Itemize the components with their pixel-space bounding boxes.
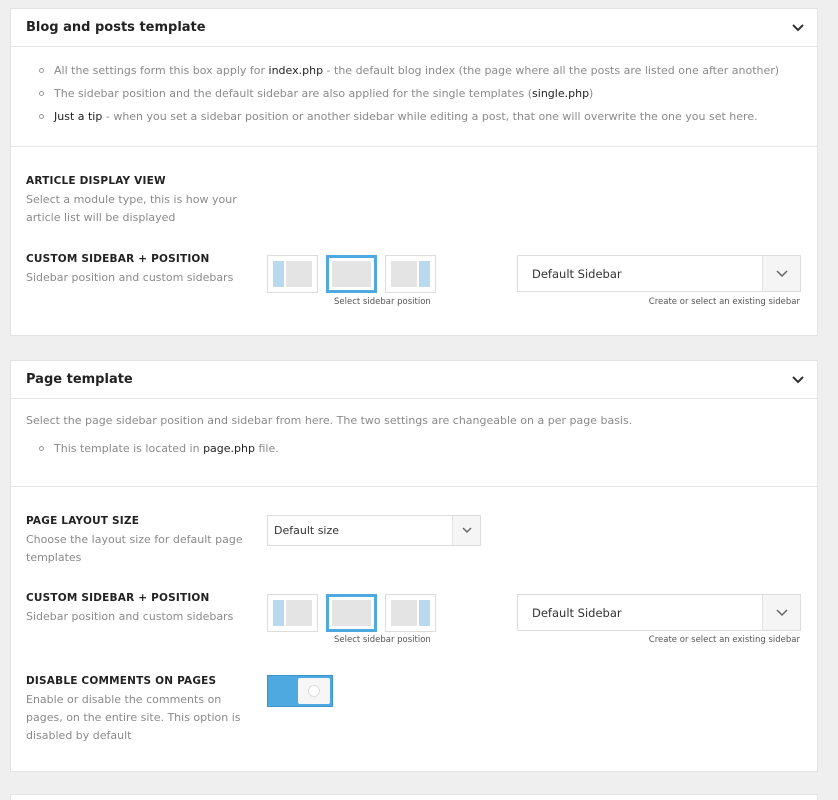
sidebar-right-option[interactable] [385, 594, 436, 632]
content-block [391, 261, 417, 287]
setting-label: ARTICLE DISPLAY VIEW [26, 175, 166, 187]
setting-label: CUSTOM SIDEBAR + POSITION [26, 592, 210, 604]
article-display-row: ARTICLE DISPLAY VIEW Select a module typ… [26, 175, 246, 227]
content-block [391, 600, 417, 626]
panel-title: Blog and posts template [26, 20, 206, 35]
chevron-down-icon[interactable] [762, 595, 800, 630]
no-sidebar-option[interactable] [326, 594, 377, 632]
chevron-down-icon[interactable] [791, 373, 805, 387]
setting-description: Enable or disable the comments on pages,… [26, 693, 241, 742]
sidebar-select-value: Default Sidebar [532, 266, 622, 281]
layout-size-select[interactable]: Default size [267, 515, 481, 546]
position-caption: Select sidebar position [334, 635, 431, 645]
blog-panel-header[interactable]: Blog and posts template [11, 9, 817, 47]
page-template-panel: Page template Select the page sidebar po… [10, 360, 818, 772]
sidebar-select-caption: Create or select an existing sidebar [648, 635, 800, 645]
info-bullet: This template is located in page.php fil… [39, 437, 802, 460]
chevron-down-icon[interactable] [791, 21, 805, 35]
content-block [286, 261, 312, 287]
setting-label: CUSTOM SIDEBAR + POSITION [26, 253, 210, 265]
sidebar-left-option[interactable] [267, 594, 318, 632]
setting-description: Sidebar position and custom sidebars [26, 610, 234, 623]
chevron-down-icon[interactable] [452, 516, 480, 545]
sidebar-row: CUSTOM SIDEBAR + POSITION Sidebar positi… [26, 592, 246, 626]
sidebar-block [419, 261, 430, 287]
content-block [332, 600, 371, 626]
toggle-dot-icon [308, 685, 320, 697]
content-block [286, 600, 312, 626]
info-bullet: Just a tip - when you set a sidebar posi… [39, 105, 802, 128]
setting-label: PAGE LAYOUT SIZE [26, 515, 140, 527]
layout-size-row: PAGE LAYOUT SIZE Choose the layout size … [26, 515, 246, 567]
sidebar-left-option[interactable] [267, 255, 318, 293]
panel-title: Page template [26, 372, 133, 387]
setting-label: DISABLE COMMENTS ON PAGES [26, 675, 217, 687]
disable-comments-toggle[interactable] [267, 675, 333, 707]
sidebar-select[interactable]: Default Sidebar [517, 594, 801, 631]
sidebar-block [273, 600, 284, 626]
blog-info-section: All the settings form this box apply for… [11, 47, 817, 147]
page-info-section: Select the page sidebar position and sid… [11, 399, 817, 487]
position-caption: Select sidebar position [334, 297, 431, 307]
sidebar-select[interactable]: Default Sidebar [517, 255, 801, 292]
chevron-down-icon[interactable] [762, 256, 800, 291]
sidebar-right-option[interactable] [385, 255, 436, 293]
page-panel-header[interactable]: Page template [11, 361, 817, 399]
setting-description: Choose the layout size for default page … [26, 533, 243, 564]
info-bullet: All the settings form this box apply for… [39, 59, 802, 82]
setting-description: Select a module type, this is how your a… [26, 193, 237, 224]
sidebar-select-value: Default Sidebar [532, 605, 622, 620]
toggle-knob [298, 678, 330, 704]
blog-template-panel: Blog and posts template All the settings… [10, 8, 818, 336]
sidebar-position-options [267, 594, 436, 632]
no-sidebar-option[interactable] [326, 255, 377, 293]
content-block [332, 261, 371, 287]
setting-description: Sidebar position and custom sidebars [26, 271, 234, 284]
sidebar-row: CUSTOM SIDEBAR + POSITION Sidebar positi… [26, 253, 246, 287]
layout-size-value: Default size [274, 524, 340, 537]
sidebar-block [273, 261, 284, 287]
page-intro-text: Select the page sidebar position and sid… [26, 414, 633, 427]
sidebar-position-options [267, 255, 436, 293]
comments-row: DISABLE COMMENTS ON PAGES Enable or disa… [26, 675, 246, 745]
sidebar-block [419, 600, 430, 626]
info-bullet: The sidebar position and the default sid… [39, 82, 802, 105]
sidebar-select-caption: Create or select an existing sidebar [648, 297, 800, 307]
next-panel-edge [10, 794, 818, 800]
